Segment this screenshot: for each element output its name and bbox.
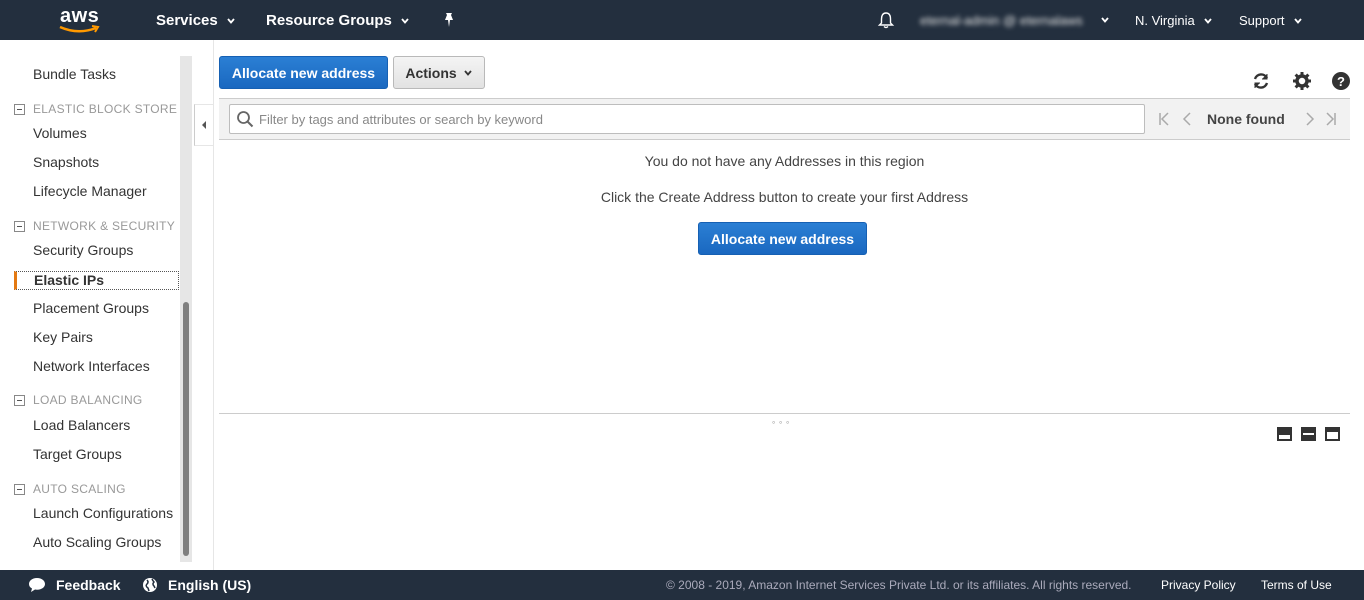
- sidebar-item-launch-configurations[interactable]: Launch Configurations: [33, 505, 173, 521]
- sidebar-item-security-groups[interactable]: Security Groups: [33, 242, 133, 258]
- support-label: Support: [1239, 13, 1285, 28]
- filter-bar: None found: [219, 98, 1350, 140]
- sidebar-item-target-groups[interactable]: Target Groups: [33, 446, 122, 462]
- feedback-label: Feedback: [56, 577, 121, 593]
- footer: Feedback English (US) © 2008 - 2019, Ama…: [0, 570, 1364, 600]
- chevron-down-icon: [463, 69, 472, 76]
- sidebar-section-auto-scaling[interactable]: AUTO SCALING: [14, 482, 126, 496]
- services-label: Services: [156, 12, 218, 29]
- sidebar-item-snapshots[interactable]: Snapshots: [33, 154, 99, 170]
- resource-groups-label: Resource Groups: [266, 12, 392, 29]
- collapse-section-icon: [14, 394, 25, 406]
- pin-icon[interactable]: [442, 12, 456, 28]
- sidebar-item-volumes[interactable]: Volumes: [33, 125, 87, 141]
- resource-groups-menu[interactable]: Resource Groups: [266, 12, 410, 29]
- chevron-down-icon: [1293, 17, 1302, 24]
- split-pane-grip-icon[interactable]: ∘∘∘: [771, 418, 792, 427]
- sidebar-section-ebs[interactable]: ELASTIC BLOCK STORE: [14, 102, 177, 116]
- collapse-section-icon: [14, 483, 25, 495]
- actions-label: Actions: [405, 64, 457, 81]
- sidebar-item-placement-groups[interactable]: Placement Groups: [33, 300, 149, 316]
- services-menu[interactable]: Services: [156, 12, 236, 29]
- sidebar-item-auto-scaling-groups[interactable]: Auto Scaling Groups: [33, 534, 161, 550]
- sidebar-section-load-balancing[interactable]: LOAD BALANCING: [14, 393, 143, 407]
- split-pane-divider[interactable]: [219, 413, 1350, 414]
- copyright-text: © 2008 - 2019, Amazon Internet Services …: [666, 578, 1132, 592]
- top-navigation-bar: aws Services Resource Groups eternal-adm…: [0, 0, 1364, 40]
- account-menu-label[interactable]: eternal-admin @ eternalaws: [920, 13, 1083, 28]
- support-menu[interactable]: Support: [1239, 13, 1303, 28]
- sidebar-item-load-balancers[interactable]: Load Balancers: [33, 417, 130, 433]
- last-page-icon[interactable]: [1324, 111, 1338, 127]
- feedback-link[interactable]: Feedback: [28, 577, 121, 593]
- aws-logo[interactable]: aws: [58, 5, 104, 35]
- sidebar-section-label: ELASTIC BLOCK STORE: [33, 102, 178, 116]
- sidebar-section-network-security[interactable]: NETWORK & SECURITY: [14, 219, 175, 233]
- globe-icon: [143, 578, 157, 592]
- aws-logo-icon: [59, 25, 100, 33]
- region-menu[interactable]: N. Virginia: [1135, 13, 1213, 28]
- sidebar: Bundle Tasks ELASTIC BLOCK STORE Volumes…: [0, 40, 192, 562]
- search-field[interactable]: [229, 104, 1145, 134]
- help-icon[interactable]: ?: [1331, 71, 1351, 91]
- terms-of-use-link[interactable]: Terms of Use: [1261, 578, 1332, 592]
- bell-icon[interactable]: [877, 11, 895, 29]
- layout-bottom-small-icon[interactable]: [1277, 427, 1292, 441]
- feedback-icon: [29, 578, 45, 592]
- sidebar-item-lifecycle-manager[interactable]: Lifecycle Manager: [33, 183, 147, 199]
- empty-state-hint: Click the Create Address button to creat…: [600, 189, 969, 205]
- gear-icon[interactable]: [1292, 71, 1312, 91]
- sidebar-section-label: NETWORK & SECURITY: [33, 219, 176, 233]
- privacy-policy-link[interactable]: Privacy Policy: [1161, 578, 1236, 592]
- chevron-down-icon: [227, 17, 235, 24]
- chevron-down-icon[interactable]: [1100, 15, 1110, 25]
- collapse-left-icon: [202, 121, 206, 129]
- chevron-down-icon: [1204, 17, 1212, 24]
- sidebar-item-bundle-tasks[interactable]: Bundle Tasks: [33, 66, 116, 82]
- sidebar-section-label: LOAD BALANCING: [33, 393, 143, 407]
- sidebar-scrollbar-thumb[interactable]: [183, 302, 189, 556]
- first-page-icon[interactable]: [1157, 111, 1171, 127]
- sidebar-item-key-pairs[interactable]: Key Pairs: [33, 329, 93, 345]
- sidebar-divider: [213, 40, 214, 570]
- collapse-section-icon: [14, 103, 25, 115]
- actions-dropdown-button[interactable]: Actions: [393, 56, 485, 89]
- collapse-section-icon: [14, 220, 25, 232]
- sidebar-item-network-interfaces[interactable]: Network Interfaces: [33, 358, 150, 374]
- chevron-down-icon: [401, 17, 409, 24]
- next-page-icon[interactable]: [1302, 111, 1316, 127]
- sidebar-item-elastic-ips[interactable]: Elastic IPs: [14, 271, 179, 290]
- svg-text:?: ?: [1337, 74, 1345, 89]
- collapse-sidebar-button[interactable]: [194, 104, 214, 146]
- prev-page-icon[interactable]: [1181, 111, 1195, 127]
- sidebar-section-label: AUTO SCALING: [33, 482, 126, 496]
- search-icon: [237, 111, 254, 128]
- language-label: English (US): [168, 577, 252, 593]
- pager-status: None found: [1207, 111, 1285, 127]
- allocate-new-address-button[interactable]: Allocate new address: [219, 56, 388, 89]
- layout-split-icon[interactable]: [1301, 427, 1316, 441]
- layout-full-icon[interactable]: [1325, 427, 1340, 441]
- region-label: N. Virginia: [1135, 13, 1195, 28]
- empty-state-message: You do not have any Addresses in this re…: [644, 153, 925, 169]
- allocate-new-address-button-empty[interactable]: Allocate new address: [698, 222, 867, 255]
- language-selector[interactable]: English (US): [142, 577, 251, 593]
- refresh-icon[interactable]: [1251, 71, 1271, 91]
- search-input[interactable]: [259, 110, 1129, 128]
